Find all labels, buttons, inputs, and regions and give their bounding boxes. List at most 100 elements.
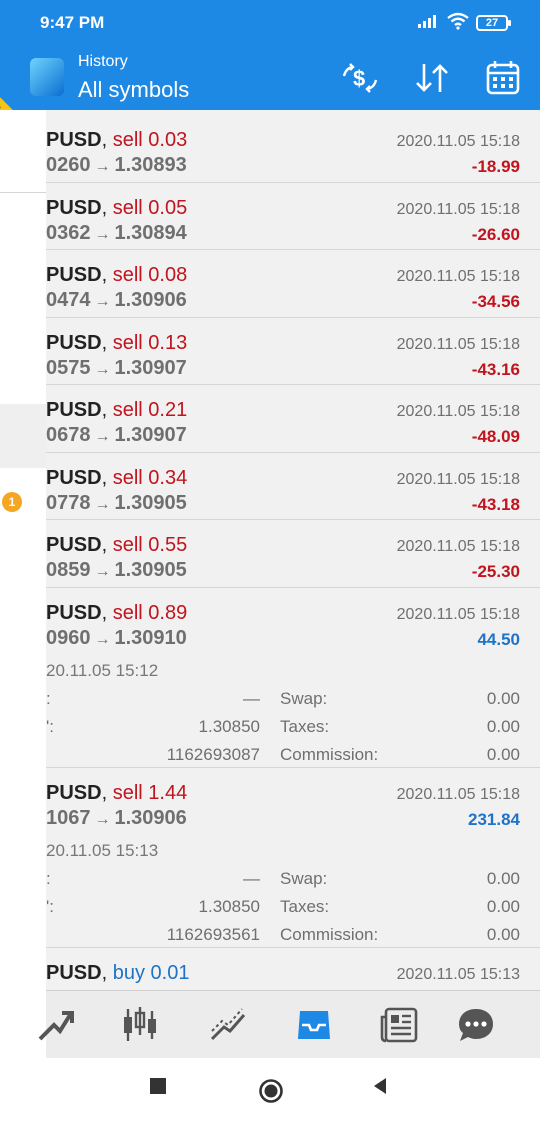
trade-date: 2020.11.05 15:13 [396, 965, 520, 983]
trade-title: PUSD, sell 0.55 [46, 534, 187, 557]
trade-title: PUSD, buy 0.01 [46, 962, 189, 985]
ticket-id: 1162693087 [166, 744, 260, 764]
trade-title: PUSD, sell 0.08 [46, 264, 187, 287]
trade-row[interactable]: PUSD, sell 0.89 0960 → 1.30910 2020.11.05 15… [46, 587, 540, 768]
tp-value: 1.30850 [198, 716, 260, 736]
trade-symbol: PUSD [46, 601, 102, 624]
arrow-right-icon: → [94, 293, 111, 310]
trade-prices: 0362 → 1.30894 [46, 222, 187, 245]
trade-profit: -43.16 [471, 359, 520, 379]
side-drawer-edge[interactable]: 1 [0, 110, 46, 1058]
swap-label: Swap: [280, 688, 328, 708]
arrow-right-icon: → [94, 225, 111, 243]
commission-value: 0.00 [486, 744, 520, 764]
recents-icon[interactable] [148, 1076, 168, 1096]
trade-volume: 0.55 [148, 534, 188, 556]
calendar-button[interactable] [484, 60, 524, 96]
trade-row[interactable]: PUSD, sell 0.03 0260 → 1.30893 2020.11.05 15… [46, 115, 540, 183]
trade-symbol: PUSD [46, 961, 102, 984]
tp-value: 1.30850 [198, 896, 260, 916]
trade-date: 2020.11.05 15:18 [396, 403, 520, 420]
commission-label: Commission: [280, 924, 379, 944]
arrow-right-icon: → [94, 158, 111, 175]
open-price: 0575 [46, 356, 91, 379]
trade-row[interactable]: PUSD, sell 0.05 0362 → 1.30894 2020.11.05 15… [46, 182, 540, 250]
trade-prices: 0859 → 1.30905 [46, 559, 187, 582]
trade-side: sell [112, 466, 143, 489]
trade-symbol: PUSD [46, 466, 102, 489]
trade-date: 2020.11.05 15:18 [396, 200, 520, 218]
trade-side: sell [112, 196, 143, 219]
open-price: 0678 [46, 424, 91, 446]
tab-news[interactable] [378, 1005, 422, 1045]
close-price: 1.30910 [114, 626, 187, 649]
sort-icon [416, 64, 448, 92]
tab-quotes[interactable] [118, 1005, 162, 1045]
drawer-selected-item[interactable] [0, 404, 46, 468]
trade-volume: 0.03 [148, 129, 188, 151]
trade-symbol: PUSD [46, 534, 102, 556]
tab-chart[interactable] [206, 1005, 250, 1045]
tab-trade[interactable] [34, 1005, 78, 1045]
close-price: 1.30893 [114, 154, 187, 176]
open-price: 0778 [46, 491, 91, 514]
trade-volume: 0.13 [148, 331, 188, 354]
arrow-right-icon: → [94, 563, 111, 580]
trade-side: sell [112, 781, 143, 804]
trade-profit: -48.09 [471, 427, 520, 446]
trade-prices: 0960 → 1.30910 [46, 627, 187, 650]
ticket-id: 1162693561 [166, 924, 260, 944]
open-price: 0474 [46, 289, 91, 311]
trade-title: PUSD, sell 0.13 [46, 332, 187, 355]
back-icon[interactable] [370, 1076, 390, 1096]
real-account-label: Real [0, 74, 42, 110]
trade-profit: -18.99 [471, 157, 520, 176]
open-price: 1067 [46, 806, 91, 829]
arrow-right-icon: → [94, 495, 111, 513]
trade-row[interactable]: PUSD, buy 0.010800→1.300002020.11.05 15:… [46, 947, 540, 990]
tab-chat[interactable] [454, 1005, 498, 1045]
trade-side: sell [112, 399, 143, 421]
trade-separator: , [101, 534, 113, 556]
trade-volume: 0.05 [148, 196, 188, 219]
sl-value: — [243, 868, 260, 888]
trade-row[interactable]: PUSD, sell 0.13 0575 → 1.30907 2020.11.05 15… [46, 317, 540, 385]
history-list[interactable]: PUSD, sell 0.03 0260 → 1.30893 2020.11.05 15… [46, 110, 540, 990]
trade-separator: , [101, 961, 113, 984]
trade-date: 2020.11.05 15:18 [396, 785, 520, 803]
trade-side: sell [112, 534, 143, 556]
tp-label-cut: ': [46, 716, 54, 736]
trade-row[interactable]: PUSD, sell 1.44 1067 → 1.30906 2020.11.05 15… [46, 767, 540, 948]
taxes-label: Taxes: [280, 716, 330, 736]
system-nav-bar [0, 1058, 540, 1123]
arrow-right-icon: → [94, 810, 111, 828]
open-price: 0362 [46, 221, 91, 244]
trade-row[interactable]: PUSD, sell 0.08 0474 → 1.30906 2020.11.05 15… [46, 250, 540, 318]
home-icon[interactable] [258, 1078, 284, 1104]
currency-exchange-button[interactable]: $ [340, 60, 380, 96]
trade-prices: 0778 → 1.30905 [46, 492, 187, 515]
trade-row[interactable]: PUSD, sell 0.34 0778 → 1.30905 2020.11.05 15… [46, 452, 540, 520]
trade-separator: , [101, 264, 113, 286]
account-type-ribbon: Real [0, 44, 60, 110]
trade-prices: 0575 → 1.30907 [46, 357, 187, 380]
taxes-value: 0.00 [486, 716, 520, 736]
trade-title: PUSD, sell 0.05 [46, 197, 187, 220]
trade-separator: , [101, 196, 113, 219]
news-icon [380, 1007, 418, 1043]
trade-separator: , [101, 781, 113, 804]
tab-history[interactable] [292, 1005, 336, 1045]
trade-profit: -25.30 [471, 562, 520, 581]
trade-row[interactable]: PUSD, sell 0.21 0678 → 1.30907 2020.11.05 15… [46, 385, 540, 453]
header-title[interactable]: All symbols [78, 77, 189, 103]
trade-title: PUSD, sell 0.03 [46, 129, 187, 152]
status-time: 9:47 PM [40, 13, 105, 32]
header-subtitle: History [78, 53, 128, 70]
sort-button[interactable] [412, 60, 452, 96]
trade-separator: , [101, 466, 113, 489]
trade-side: sell [112, 601, 143, 624]
trade-prices: 0260 → 1.30893 [46, 154, 187, 177]
trade-side: sell [112, 129, 143, 151]
close-price: 1.30906 [114, 806, 187, 829]
trade-row[interactable]: PUSD, sell 0.55 0859 → 1.30905 2020.11.05 15… [46, 520, 540, 588]
